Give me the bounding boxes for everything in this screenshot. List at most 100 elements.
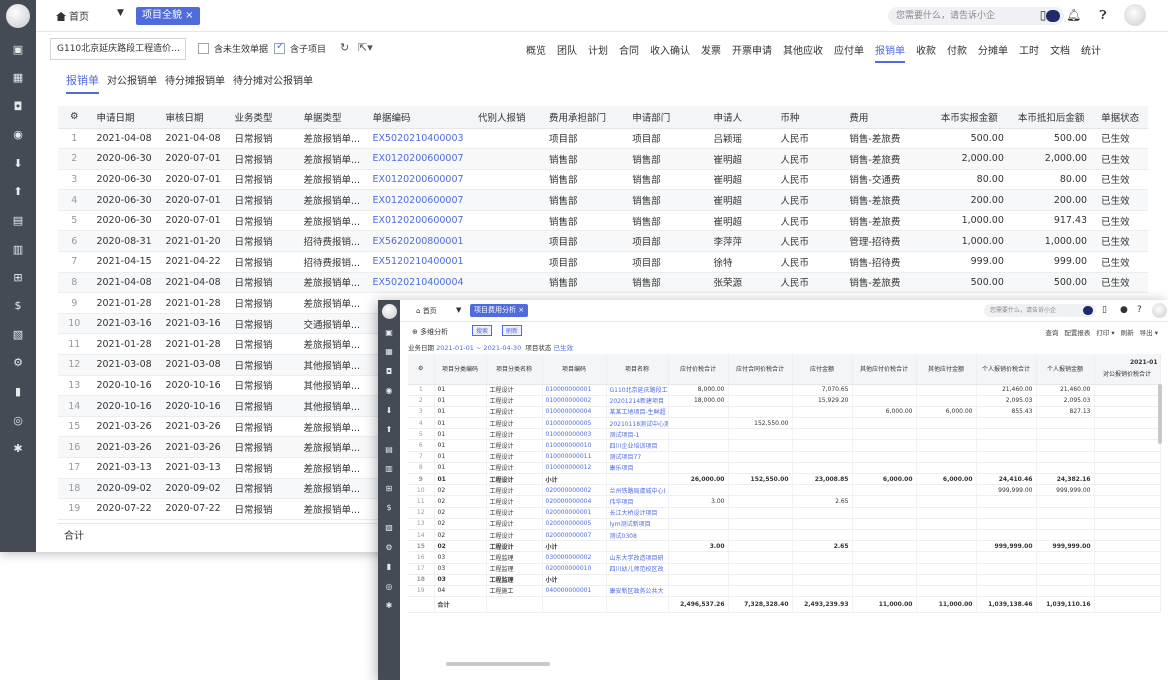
table-row[interactable]: 2 2020-06-30 2020-07-01 日常报销 差旅报销单... EX01202…: [58, 148, 1148, 170]
column-header[interactable]: 费用: [843, 106, 935, 129]
grid-icon[interactable]: ⊞: [383, 484, 395, 493]
project-name[interactable]: 某某工地项目-生鲜超: [606, 406, 669, 419]
project-name[interactable]: [606, 574, 669, 586]
table-row[interactable]: 11 02 工程设计 020000000004 伟华项目 3.00 2.65: [408, 495, 1161, 508]
project-code[interactable]: 010000000010: [542, 439, 607, 452]
table-row[interactable]: 2 01 工程设计 010000000002 20201214新建项目 18,000.00…: [408, 395, 1161, 407]
nav-link[interactable]: 收入确认: [650, 46, 690, 57]
project-name[interactable]: 山东大学改造项目研: [606, 551, 669, 564]
vertical-scrollbar[interactable]: [1158, 384, 1162, 444]
nav-link[interactable]: 概览: [526, 46, 546, 57]
upload-icon[interactable]: ⬆: [11, 185, 25, 199]
toggle-icon[interactable]: [1083, 306, 1093, 315]
project-code[interactable]: 010000000003: [542, 428, 607, 441]
nav-link[interactable]: 应付单: [834, 46, 864, 57]
table-row[interactable]: 5 01 工程设计 010000000003 测试项目-1: [408, 428, 1161, 441]
table-row[interactable]: 5 2020-06-30 2020-07-01 日常报销 差旅报销单... EX01202…: [58, 210, 1148, 232]
column-header[interactable]: 项目分类名称: [486, 354, 543, 385]
report-action[interactable]: 查询: [1045, 329, 1058, 337]
settings-icon[interactable]: ⚙: [383, 543, 395, 552]
column-header[interactable]: 应付金额: [792, 354, 853, 385]
table-row[interactable]: 4 01 工程设计 010000000005 20210118测试中心测 152,550.…: [408, 417, 1161, 430]
table-row[interactable]: 15 02 工程设计 小计 3.00 2.65 999,999.00 999,999.00: [408, 540, 1161, 553]
assistant-search[interactable]: 您需要什么，请告诉小企: [984, 304, 1096, 317]
table-row[interactable]: 10 02 工程设计 020000000002 兰州铁路局虞城中心(999,999.00…: [408, 484, 1161, 497]
tabs-dropdown[interactable]: ▼: [456, 306, 461, 314]
column-header[interactable]: 代别人报销: [472, 106, 544, 129]
card-icon[interactable]: ▤: [11, 214, 25, 228]
table-row[interactable]: 13 02 工程设计 020000000005 lym测试新项目: [408, 518, 1161, 530]
download-icon[interactable]: ⬇: [11, 157, 25, 171]
card-icon[interactable]: ▤: [383, 445, 395, 454]
bar-chart-icon[interactable]: ▮: [383, 562, 395, 571]
help-icon[interactable]: ❓︎: [1096, 7, 1110, 23]
table-row[interactable]: 14 02 工程设计 020000000007 测试0308: [408, 529, 1161, 542]
column-header[interactable]: 应付合同价税合计: [728, 354, 793, 385]
table-cell[interactable]: EX5020210400004: [366, 272, 473, 294]
nav-link[interactable]: 计划: [588, 46, 608, 57]
project-name[interactable]: 长江大桥设计项目: [606, 507, 669, 519]
table-row[interactable]: 17 03 工程监理 020000000010 四川幼儿师范校区改: [408, 563, 1161, 575]
status-value[interactable]: 已生效: [553, 344, 573, 352]
column-header[interactable]: 其他应付金额: [916, 354, 977, 385]
nav-link[interactable]: 收款: [916, 46, 936, 57]
calculator-icon[interactable]: ▦: [11, 71, 25, 85]
project-select[interactable]: G110北京延庆路段工程造价…: [50, 38, 186, 60]
column-header[interactable]: 其他应付价税合计: [852, 354, 917, 385]
project-code[interactable]: 020000000005: [542, 518, 607, 530]
target-icon[interactable]: ◎: [11, 414, 25, 428]
project-code[interactable]: 020000000010: [542, 563, 607, 575]
tab-project-overview[interactable]: 项目全貌 ×: [136, 7, 200, 25]
upload-icon[interactable]: ⬆: [383, 425, 395, 434]
column-header[interactable]: 个人报销价税合计: [976, 354, 1037, 385]
table-cell[interactable]: EX5020210400003: [366, 128, 473, 150]
table-cell[interactable]: EX0120200600007: [366, 169, 473, 191]
unsigned-checkbox[interactable]: [198, 43, 209, 54]
wallet-icon[interactable]: ◘: [11, 100, 25, 114]
briefcase-icon[interactable]: ▣: [11, 43, 25, 57]
project-name[interactable]: [606, 473, 669, 486]
project-name[interactable]: 康乐项目: [606, 462, 669, 475]
tab-project-cost-analysis[interactable]: 项目费用分析 ×: [470, 304, 529, 317]
asterisk-icon[interactable]: ✱: [11, 442, 25, 456]
project-code[interactable]: 010000000001: [542, 384, 607, 396]
phone-icon[interactable]: ▯: [1036, 7, 1050, 23]
project-code[interactable]: 020000000004: [542, 495, 607, 508]
dollar-icon[interactable]: $: [383, 503, 395, 512]
help-icon[interactable]: ?: [1137, 305, 1142, 315]
project-code[interactable]: 010000000004: [542, 406, 607, 419]
table-cell[interactable]: EX0120200600007: [366, 210, 473, 232]
column-header[interactable]: 项目分类编码: [434, 354, 487, 385]
project-code[interactable]: 020000000002: [542, 484, 607, 497]
bell-icon[interactable]: ●: [1120, 305, 1128, 315]
wallet-icon[interactable]: ◘: [383, 367, 395, 376]
table-row[interactable]: 3 2020-06-30 2020-07-01 日常报销 差旅报销单... EX01202…: [58, 169, 1148, 191]
table-cell[interactable]: EX0120200600007: [366, 189, 473, 211]
table-cell[interactable]: EX0120200600007: [366, 148, 473, 170]
nav-link[interactable]: 付款: [947, 46, 967, 57]
column-header[interactable]: 项目名称: [606, 354, 669, 385]
tabs-dropdown[interactable]: ▼: [117, 8, 124, 18]
search-button[interactable]: 搜索: [472, 325, 493, 336]
export-icon[interactable]: ⇱▾: [358, 41, 373, 54]
column-header[interactable]: 业务类型: [228, 106, 298, 129]
home-tab[interactable]: ⌂ 首页: [416, 306, 437, 316]
column-header[interactable]: 本币抵扣后金额: [1011, 106, 1096, 129]
project-name[interactable]: 20210118测试中心测: [606, 417, 669, 430]
date-value[interactable]: 2021-01-01 ~ 2021-04-30: [436, 344, 521, 352]
report-action[interactable]: 打印 ▾: [1096, 329, 1114, 337]
project-code[interactable]: 010000000011: [542, 451, 607, 463]
coins-icon[interactable]: ◉: [11, 128, 25, 142]
target-icon[interactable]: ◎: [383, 582, 395, 591]
project-name[interactable]: 测试项目-1: [606, 428, 669, 441]
project-code[interactable]: 020000000001: [542, 507, 607, 519]
table-row[interactable]: 4 2020-06-30 2020-07-01 日常报销 差旅报销单... EX01202…: [58, 189, 1148, 211]
home-tab[interactable]: 首页: [56, 8, 89, 23]
column-header[interactable]: 审核日期: [159, 106, 229, 129]
nav-link[interactable]: 开票申请: [732, 46, 772, 57]
column-header[interactable]: 申请部门: [626, 106, 708, 129]
project-name[interactable]: 康安新区政务公共大: [606, 585, 669, 598]
briefcase-icon[interactable]: ▣: [383, 328, 395, 337]
table-row[interactable]: 6 01 工程设计 010000000010 四川企业培训项目: [408, 439, 1161, 452]
project-name[interactable]: 伟华项目: [606, 495, 669, 508]
